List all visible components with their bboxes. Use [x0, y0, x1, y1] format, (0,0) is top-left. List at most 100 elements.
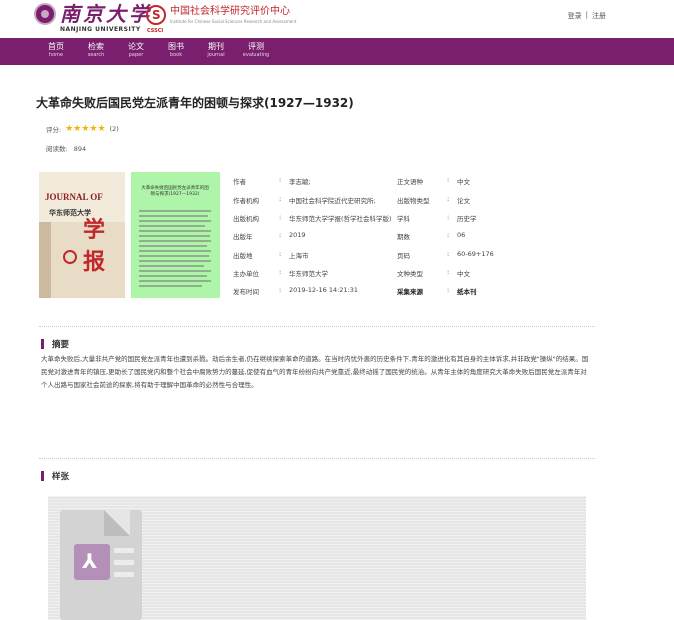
meta-colon: : — [447, 195, 450, 203]
nav-item-paper[interactable]: 论文 paper — [116, 38, 156, 65]
nav-label-cn: 图书 — [168, 42, 184, 51]
meta-label: 主办单位 — [233, 270, 259, 278]
section-bar — [41, 339, 44, 349]
meta-label: 采集来源 — [397, 288, 423, 296]
nav-label-en: journal — [207, 52, 225, 58]
meta-row-publish-time: 发布时间 : 2019-12-16 14:21:31 — [233, 286, 358, 296]
meta-colon: : — [447, 213, 450, 221]
section-divider — [39, 458, 595, 459]
meta-label: 页码 — [397, 252, 410, 260]
page-title: 大革命失败后国民党左派青年的困顿与探求(1927—1932) — [36, 96, 354, 110]
nav-item-search[interactable]: 检索 search — [76, 38, 116, 65]
meta-colon: : — [279, 231, 282, 239]
meta-colon: : — [447, 286, 450, 294]
meta-row-publisher: 出版机构 : 华东师范大学学报(哲学社会科学版) — [233, 213, 392, 223]
read-count: 阅读数: 894 — [46, 143, 86, 153]
nav-label-en: search — [87, 52, 105, 58]
cssci-tag: CSSCI — [147, 28, 164, 34]
meta-label: 正文语种 — [397, 178, 423, 186]
nav-label-cn: 期刊 — [208, 42, 224, 51]
meta-colon: : — [447, 268, 450, 276]
nju-seal-icon — [34, 3, 56, 25]
star-rating-icon[interactable]: ★★★★★ — [65, 124, 105, 134]
cssci-mark-icon: CSSCI — [146, 5, 166, 34]
meta-value: 2019 — [289, 231, 306, 239]
meta-label: 发布时间 — [233, 288, 259, 296]
meta-value: 纸本刊 — [457, 288, 477, 296]
meta-value[interactable]: 中国社会科学院近代史研究所; — [289, 195, 376, 205]
meta-colon: : — [279, 250, 282, 258]
nav-label-cn: 检索 — [88, 42, 104, 51]
document-fold-icon — [104, 510, 130, 536]
meta-value[interactable]: 历史学 — [457, 213, 477, 223]
article-page-title: 大革命失败后国民党左派青年的困顿与探求(1927—1932) — [141, 186, 209, 197]
nav-label-cn: 首页 — [48, 42, 64, 51]
meta-value[interactable]: 华东师范大学学报(哲学社会科学版) — [289, 213, 392, 223]
article-page-image[interactable]: 大革命失败后国民党左派青年的困顿与探求(1927—1932) — [131, 172, 220, 298]
meta-colon: : — [447, 176, 450, 184]
meta-value: 2019-12-16 14:21:31 — [289, 286, 359, 294]
nju-logo[interactable]: 南京大学 NANJING UNIVERSITY — [34, 3, 152, 33]
register-link[interactable]: 注册 — [592, 11, 606, 21]
meta-label: 出版年 — [233, 233, 253, 241]
cover-side-band — [39, 222, 51, 298]
meta-value: 论文 — [457, 197, 470, 205]
nav-item-home[interactable]: 首页 home — [36, 38, 76, 65]
cover-journal-en: JOURNAL OF — [45, 192, 103, 202]
meta-label: 文种类型 — [397, 270, 423, 278]
meta-label: 期数 — [397, 233, 410, 241]
nav-item-journal[interactable]: 期刊 journal — [196, 38, 236, 65]
meta-colon: : — [279, 286, 282, 294]
cssci-logo[interactable]: CSSCI 中国社会科学研究评价中心 Institute for Chinese… — [146, 5, 297, 34]
meta-label: 作者机构 — [233, 197, 259, 205]
pdf-icon: ⅄ — [74, 544, 110, 580]
nju-logo-cn: 南京大学 — [60, 2, 152, 26]
meta-label: 学科 — [397, 215, 410, 223]
cssci-name-en: Institute for Chinese Social Sciences Re… — [170, 19, 297, 24]
sample-preview[interactable]: ⅄ — [48, 496, 586, 620]
meta-row-institution: 作者机构 : 中国社会科学院近代史研究所; — [233, 195, 376, 205]
meta-row-pages: 页码 : 60-69+176 — [397, 250, 494, 260]
auth-links: 登录 | 注册 — [568, 11, 606, 21]
cssci-name-cn: 中国社会科学研究评价中心 — [170, 6, 290, 17]
nav-label-en: paper — [128, 52, 144, 58]
document-lines-icon — [114, 548, 134, 584]
article-page-text-lines — [139, 210, 211, 290]
meta-label: 作者 — [233, 178, 246, 186]
abstract-heading-text: 摘要 — [52, 340, 70, 350]
meta-row-subject: 学科 : 历史学 — [397, 213, 477, 223]
abstract-heading: 摘要 — [41, 338, 69, 350]
meta-colon: : — [279, 213, 282, 221]
meta-value: 华东师范大学 — [289, 270, 328, 278]
meta-colon: : — [447, 231, 450, 239]
nav-label-cn: 论文 — [128, 42, 144, 51]
abstract-text: 大革命失败后,大量非共产党的国民党左派青年也遭到杀戮。劫后余生者,仍在继续探索革… — [41, 355, 589, 389]
auth-separator: | — [585, 11, 588, 19]
nav-label-en: book — [169, 52, 183, 58]
meta-colon: : — [447, 250, 450, 258]
section-bar — [41, 471, 44, 481]
meta-row-pub-type: 出版物类型 : 论文 — [397, 195, 470, 205]
sample-heading-text: 样张 — [52, 472, 70, 482]
meta-row-author: 作者 : 李志毓; — [233, 176, 311, 186]
login-link[interactable]: 登录 — [568, 11, 582, 21]
meta-row-doc-lang: 文种类型 : 中文 — [397, 268, 470, 278]
nav-item-book[interactable]: 图书 book — [156, 38, 196, 65]
meta-value: 60-69+176 — [457, 250, 494, 258]
meta-row-sponsor: 主办单位 : 华东师范大学 — [233, 268, 328, 278]
meta-row-language: 正文语种 : 中文 — [397, 176, 470, 186]
sample-heading: 样张 — [41, 470, 69, 482]
nav-item-evaluating[interactable]: 评测 evaluating — [236, 38, 276, 65]
cover-emblem-icon — [63, 250, 77, 264]
meta-colon: : — [279, 268, 282, 276]
meta-value: 中文 — [457, 178, 470, 186]
meta-value[interactable]: 李志毓; — [289, 176, 311, 186]
meta-value: 中文 — [457, 270, 470, 278]
nav-label-en: evaluating — [242, 52, 270, 58]
rating-label: 评分: — [46, 126, 62, 134]
main-nav: 首页 home 检索 search 论文 paper 图书 book 期刊 jo… — [0, 38, 674, 65]
meta-row-year: 出版年 : 2019 — [233, 231, 306, 241]
meta-label: 出版地 — [233, 252, 253, 260]
journal-cover-image[interactable]: JOURNAL OF 华东师范大学 学报 — [39, 172, 125, 298]
meta-row-source: 采集来源 : 纸本刊 — [397, 286, 477, 296]
